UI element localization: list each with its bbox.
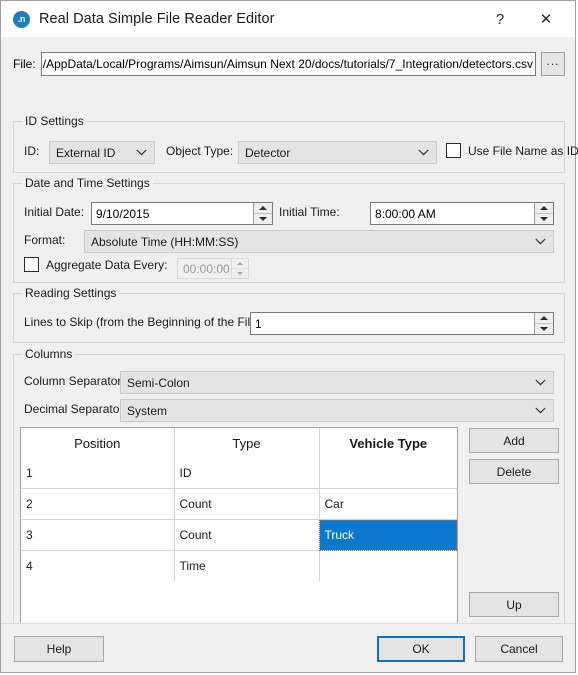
id-settings-title: ID Settings	[22, 114, 87, 128]
id-settings-group: ID Settings ID: External ID Object Type:…	[13, 114, 578, 173]
stepper-up-icon	[232, 259, 248, 269]
stepper-down-icon	[232, 269, 248, 278]
aggregate-interval-value: 00:00:00	[183, 261, 230, 276]
aimsun-n-icon: .n	[13, 10, 30, 28]
cell-position[interactable]: 3	[21, 519, 175, 551]
object-type-label: Object Type:	[166, 144, 234, 158]
column-header-position[interactable]: Position	[21, 428, 175, 458]
initial-time-stepper[interactable]	[534, 203, 553, 224]
stepper-down-icon[interactable]	[535, 214, 553, 224]
object-type-select-value: Detector	[245, 145, 291, 160]
column-separator-select[interactable]: Semi-Colon	[120, 371, 554, 394]
initial-time-input[interactable]: 8:00:00 AM	[370, 202, 554, 225]
aggregate-interval-input: 00:00:00	[177, 258, 249, 279]
cancel-button[interactable]: Cancel	[475, 636, 563, 662]
cell-type[interactable]: Count	[174, 488, 320, 520]
lines-to-skip-stepper[interactable]	[534, 313, 553, 334]
aggregate-interval-stepper	[231, 259, 248, 278]
table-row[interactable]: 3 Count Truck	[21, 519, 457, 551]
stepper-up-icon[interactable]	[535, 203, 553, 214]
id-select-value: External ID	[56, 145, 116, 160]
stepper-down-icon[interactable]	[254, 214, 272, 224]
up-button[interactable]: Up	[469, 592, 559, 617]
browse-button[interactable]: ...	[541, 52, 565, 76]
cell-vehicle-type[interactable]	[319, 550, 457, 581]
help-button[interactable]: Help	[14, 636, 104, 662]
chevron-down-icon	[535, 400, 546, 421]
column-separator-value: Semi-Colon	[127, 375, 190, 390]
id-label: ID:	[24, 144, 40, 158]
decimal-separator-select[interactable]: System	[120, 399, 554, 422]
use-file-name-as-id-checkbox[interactable]: Use File Name as ID	[446, 143, 578, 158]
decimal-separator-value: System	[127, 403, 168, 418]
reading-settings-title: Reading Settings	[22, 286, 120, 300]
window-title: Real Data Simple File Reader Editor	[39, 11, 275, 27]
lines-to-skip-input[interactable]: 1	[250, 312, 554, 335]
chevron-down-icon	[136, 142, 147, 163]
cell-position[interactable]: 1	[21, 458, 175, 489]
checkbox-box	[24, 257, 39, 272]
aggregate-data-label: Aggregate Data Every:	[46, 257, 168, 272]
column-header-vehicle-type[interactable]: Vehicle Type	[319, 428, 457, 458]
stepper-up-icon[interactable]	[535, 313, 553, 324]
date-time-settings-title: Date and Time Settings	[22, 176, 153, 190]
dialog-body: File: rraclough/AppData/Local/Programs/A…	[1, 37, 578, 672]
cell-vehicle-type[interactable]: Car	[319, 488, 457, 520]
initial-time-value: 8:00:00 AM	[375, 206, 436, 221]
stepper-down-icon[interactable]	[535, 324, 553, 334]
cell-position[interactable]: 2	[21, 488, 175, 520]
format-select-value: Absolute Time (HH:MM:SS)	[91, 234, 239, 249]
ok-button[interactable]: OK	[377, 636, 465, 662]
initial-time-label: Initial Time:	[279, 205, 340, 219]
file-label: File:	[13, 57, 36, 71]
table-row[interactable]: 4 Time	[21, 550, 457, 581]
initial-date-label: Initial Date:	[24, 205, 85, 219]
initial-date-input[interactable]: 9/10/2015	[91, 202, 273, 225]
format-select[interactable]: Absolute Time (HH:MM:SS)	[84, 230, 554, 253]
cell-type[interactable]: Count	[174, 519, 320, 551]
dialog-footer: Help OK Cancel	[1, 623, 575, 672]
cell-type[interactable]: Time	[174, 550, 320, 581]
cell-position[interactable]: 4	[21, 550, 175, 581]
column-header-type[interactable]: Type	[174, 428, 320, 458]
lines-to-skip-label: Lines to Skip (from the Beginning of the…	[24, 315, 265, 329]
id-select[interactable]: External ID	[49, 141, 155, 164]
columns-group: Columns Column Separator: Semi-Colon Dec…	[13, 347, 565, 661]
file-path-input[interactable]: rraclough/AppData/Local/Programs/Aimsun/…	[40, 52, 536, 76]
title-bar: .n Real Data Simple File Reader Editor ?…	[1, 1, 575, 37]
columns-title: Columns	[22, 347, 76, 361]
file-row: File: rraclough/AppData/Local/Programs/A…	[13, 51, 565, 77]
cell-vehicle-type-selected[interactable]: Truck	[319, 519, 457, 551]
reading-settings-group: Reading Settings Lines to Skip (from the…	[13, 286, 565, 343]
initial-date-value: 9/10/2015	[96, 206, 150, 221]
table-row[interactable]: 1 ID	[21, 458, 457, 489]
columns-table[interactable]: Position Type Vehicle Type 1 ID 2 Count …	[20, 427, 458, 650]
table-header-row: Position Type Vehicle Type	[21, 428, 457, 458]
format-label: Format:	[24, 233, 66, 247]
date-time-settings-group: Date and Time Settings Initial Date: 9/1…	[13, 176, 565, 283]
checkbox-box	[446, 143, 461, 158]
initial-date-stepper[interactable]	[253, 203, 272, 224]
chevron-down-icon	[535, 231, 546, 252]
cell-vehicle-type[interactable]	[319, 458, 457, 489]
cell-type[interactable]: ID	[174, 458, 320, 489]
object-type-select[interactable]: Detector	[238, 141, 437, 164]
delete-button[interactable]: Delete	[469, 459, 559, 484]
decimal-separator-label: Decimal Separator:	[24, 402, 127, 416]
column-separator-label: Column Separator:	[24, 374, 125, 388]
lines-to-skip-value: 1	[255, 316, 262, 331]
stepper-up-icon[interactable]	[254, 203, 272, 214]
dialog-window: .n Real Data Simple File Reader Editor ?…	[0, 0, 578, 673]
use-file-name-as-id-label: Use File Name as ID	[468, 143, 578, 158]
table-row[interactable]: 2 Count Car	[21, 488, 457, 520]
title-bar-buttons: ? ✕	[477, 1, 575, 37]
help-icon[interactable]: ?	[477, 1, 523, 37]
chevron-down-icon	[418, 142, 429, 163]
chevron-down-icon	[535, 372, 546, 393]
close-icon[interactable]: ✕	[523, 1, 569, 37]
file-path-text: rraclough/AppData/Local/Programs/Aimsun/…	[40, 57, 533, 71]
aggregate-data-checkbox[interactable]: Aggregate Data Every:	[24, 257, 167, 272]
add-button[interactable]: Add	[469, 428, 559, 453]
